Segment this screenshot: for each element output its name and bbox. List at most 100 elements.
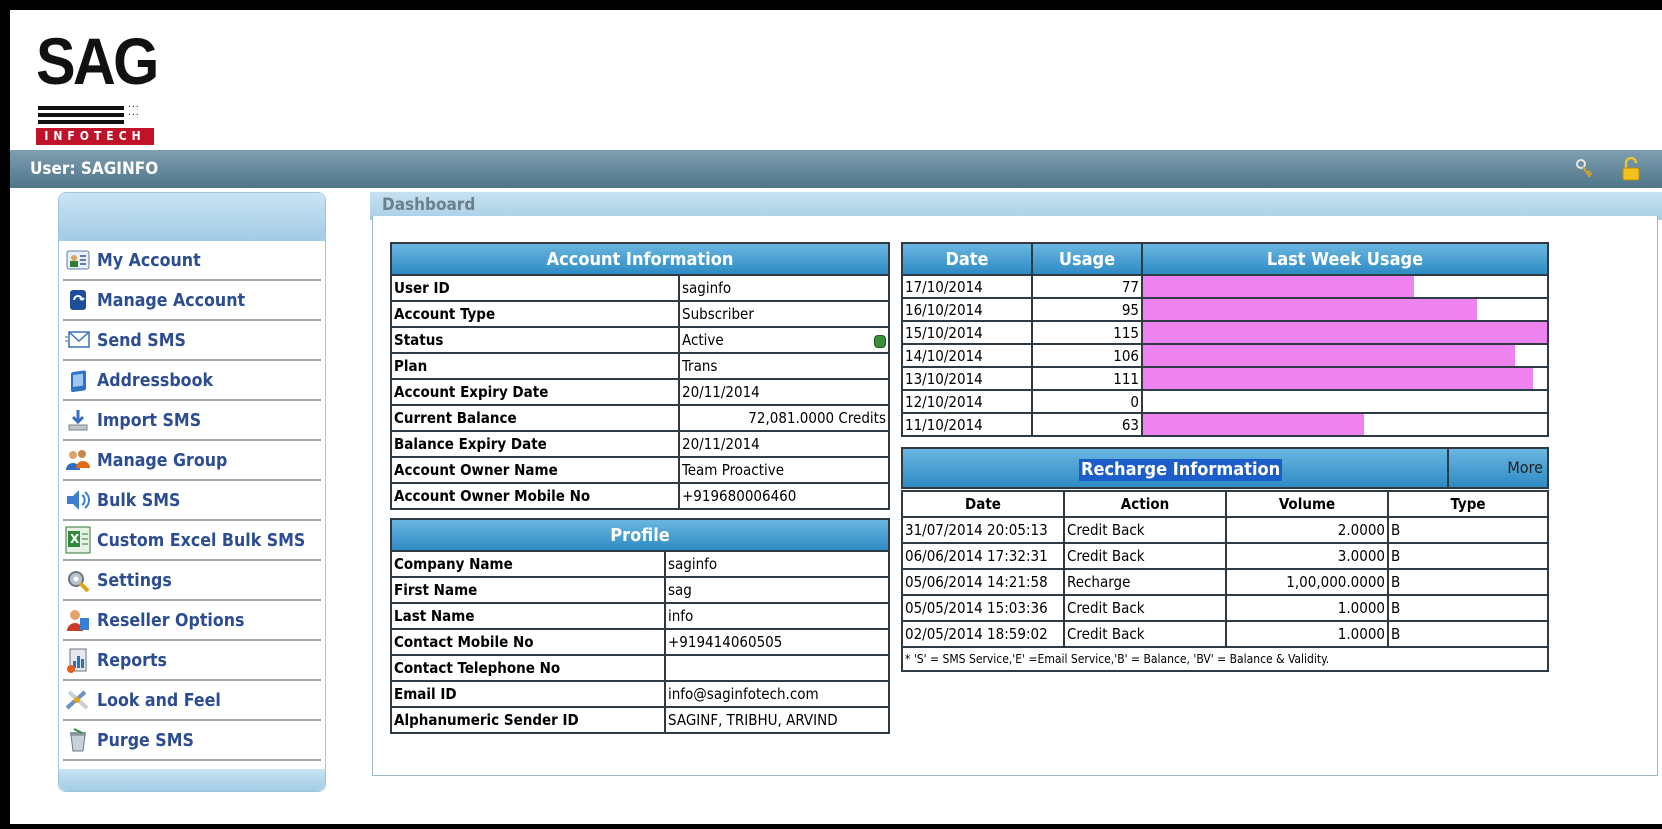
recharge-volume-header: Volume [1225,490,1389,518]
recharge-type-legend: * 'S' = SMS Service,'E' =Email Service,'… [901,646,1549,672]
usage-bar [1143,276,1414,297]
sidebar-item-custom-excel-bulk-sms[interactable]: X Custom Excel Bulk SMS [63,521,321,561]
recharge-date: 31/07/2014 20:05:13 [901,516,1065,544]
status-indicator-icon [874,335,886,348]
sidebar-item-bulk-sms[interactable]: Bulk SMS [63,481,321,521]
sidebar-item-send-sms[interactable]: Send SMS [63,321,321,361]
sidebar-item-label: Settings [97,569,172,591]
usage-value: 115 [1031,320,1143,345]
table-row: Last Name info [390,602,890,630]
recharge-volume: 1.0000 [1225,620,1389,648]
recharge-information-table: Date Action Volume Type 31/07/2014 20:05… [901,490,1549,672]
sidebar-item-reseller-options[interactable]: Reseller Options [63,601,321,641]
sidebar-item-label: Look and Feel [97,689,221,711]
recharge-action: Recharge [1063,568,1227,596]
sidebar-item-label: My Account [97,249,201,271]
table-row: Alphanumeric Sender ID SAGINF, TRIBHU, AR… [390,706,890,734]
field-value: saginfo [664,550,890,578]
field-value: SAGINF, TRIBHU, ARVIND [664,706,890,734]
more-link[interactable]: More [1447,449,1547,487]
account-information-title: Account Information [390,242,890,276]
field-value: +919680006460 [678,482,890,510]
recharge-action: Credit Back [1063,620,1227,648]
table-row: First Name sag [390,576,890,604]
table-row: Contact Telephone No [390,654,890,682]
usage-date: 17/10/2014 [901,274,1033,299]
sidebar-item-reports[interactable]: Reports [63,641,321,681]
sidebar-item-settings[interactable]: Settings [63,561,321,601]
field-label: Contact Telephone No [390,654,666,682]
recharge-action: Credit Back [1063,516,1227,544]
sag-infotech-logo: SAG ··· ··· INFOTECH [36,24,159,145]
table-row: Account Owner Mobile No +919680006460 [390,482,890,510]
sidebar-item-label: Import SMS [97,409,202,431]
table-row: Account Owner Name Team Proactive [390,456,890,484]
look-and-feel-icon [65,687,91,713]
sidebar-item-addressbook[interactable]: Addressbook [63,361,321,401]
sidebar-item-import-sms[interactable]: Import SMS [63,401,321,441]
sidebar-item-look-and-feel[interactable]: Look and Feel [63,681,321,721]
field-label: Account Owner Name [390,456,680,484]
sidebar-item-manage-group[interactable]: Manage Group [63,441,321,481]
sidebar-item-manage-account[interactable]: Manage Account [63,281,321,321]
profile-title: Profile [390,518,890,552]
usage-date-header: Date [901,242,1033,276]
usage-bar-cell [1141,274,1549,299]
field-value: Team Proactive [678,456,890,484]
field-value: Trans [678,352,890,380]
last-week-usage-table: Date Usage Last Week Usage 17/10/2014 77 1… [901,242,1549,437]
sidebar-item-my-account[interactable]: My Account [63,241,321,281]
table-row: 15/10/2014 115 [901,320,1549,345]
recharge-action-header: Action [1063,490,1227,518]
field-value: 20/11/2014 [678,430,890,458]
field-label: Current Balance [390,404,680,432]
table-row: 16/10/2014 95 [901,297,1549,322]
table-row: 11/10/2014 63 [901,412,1549,437]
usage-bar [1143,322,1547,343]
field-label: Account Type [390,300,680,328]
import-icon [65,407,91,433]
envelope-icon [65,327,91,353]
table-row: Account Expiry Date 20/11/2014 [390,378,890,406]
table-row: User ID saginfo [390,274,890,302]
field-value: info [664,602,890,630]
table-row: Account Type Subscriber [390,300,890,328]
field-label: Account Owner Mobile No [390,482,680,510]
user-label: User: SAGINFO [30,159,159,179]
table-row: 06/06/2014 17:32:31 Credit Back 3.0000 B [901,542,1549,570]
sidebar-item-label: Send SMS [97,329,186,351]
sidebar-item-label: Custom Excel Bulk SMS [97,529,306,551]
table-row: Status Active [390,326,890,354]
field-label: Email ID [390,680,666,708]
usage-value: 63 [1031,412,1143,437]
field-label: First Name [390,576,666,604]
usage-date: 14/10/2014 [901,343,1033,368]
usage-bar [1143,414,1365,435]
recharge-type: B [1387,542,1549,570]
sidebar-item-label: Reseller Options [97,609,245,631]
lock-icon[interactable] [1620,150,1642,188]
sidebar-item-label: Manage Group [97,449,228,471]
sidebar-item-purge-sms[interactable]: Purge SMS [63,721,321,761]
table-row: Balance Expiry Date 20/11/2014 [390,430,890,458]
usage-value: 77 [1031,274,1143,299]
recharge-information-header: Recharge Information More [901,447,1549,489]
app-window: SAG ··· ··· INFOTECH User: SAGINFO My Acc… [10,10,1662,824]
table-row: Company Name saginfo [390,550,890,578]
usage-value: 106 [1031,343,1143,368]
usage-bar-cell [1141,320,1549,345]
table-row: 05/05/2014 15:03:36 Credit Back 1.0000 B [901,594,1549,622]
usage-bar [1143,345,1516,366]
field-value: +919414060505 [664,628,890,656]
usage-date: 11/10/2014 [901,412,1033,437]
logo-wordmark: SAG [36,24,159,98]
field-label: Status [390,326,680,354]
usage-bar-cell [1141,412,1549,437]
key-icon[interactable] [1574,150,1596,188]
field-label: Last Name [390,602,666,630]
usage-value: 0 [1031,389,1143,414]
field-value: Active [678,326,890,354]
usage-value: 95 [1031,297,1143,322]
usage-bar-cell [1141,389,1549,414]
recharge-volume: 3.0000 [1225,542,1389,570]
